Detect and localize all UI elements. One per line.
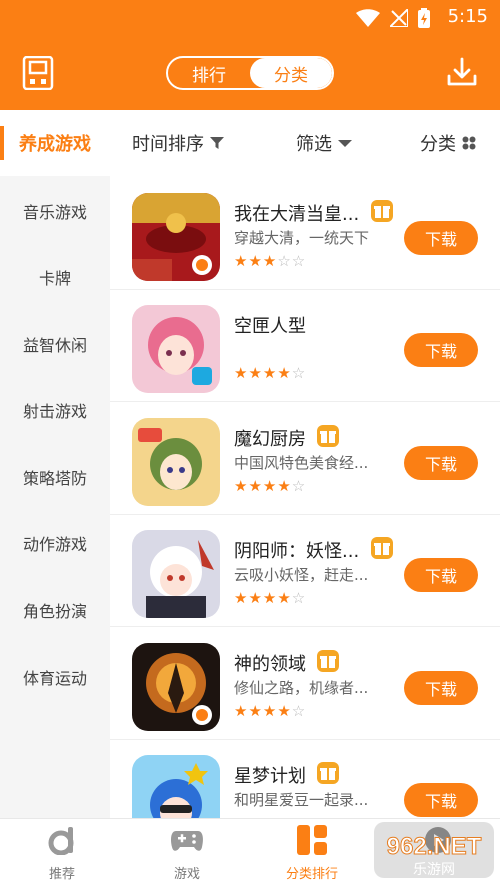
category-sidebar: 养成游戏 音乐游戏 卡牌 益智休闲 射击游戏 策略塔防 动作游戏 角色扮演 体育…: [0, 110, 110, 818]
filter-button[interactable]: 筛选: [296, 130, 352, 156]
time-sort-button[interactable]: 时间排序: [132, 130, 224, 156]
download-button[interactable]: 下载: [404, 446, 478, 480]
sidebar-item-label: 养成游戏: [19, 134, 91, 155]
onmyoji-game-icon[interactable]: [132, 530, 220, 618]
app-list: 我在大清当皇... 穿越大清，一统天下 ★★★☆☆ 下载 空匣人型 ★★★★☆ …: [110, 178, 500, 818]
sidebar-item-action[interactable]: 动作游戏: [0, 510, 110, 576]
kitchen-game-icon[interactable]: [132, 418, 220, 506]
sidebar-item-label: 益智休闲: [22, 336, 87, 355]
tab-category[interactable]: 分类: [250, 58, 332, 88]
nav-item-recommend[interactable]: 推荐: [12, 825, 112, 885]
category-rank-icon: [297, 825, 327, 855]
sidebar-item-label: 音乐游戏: [22, 203, 87, 222]
app-subtitle: 中国风特色美食经...: [234, 454, 369, 472]
recommend-icon: [48, 827, 74, 856]
sidebar-item-strategy[interactable]: 策略塔防: [0, 444, 110, 510]
app-title: 魔幻厨房: [234, 429, 306, 450]
download-button[interactable]: 下载: [404, 671, 478, 705]
rating-stars: ★★★★☆: [234, 702, 307, 720]
svg-text:乐游网: 乐游网: [413, 862, 455, 878]
sidebar-item-card[interactable]: 卡牌: [0, 244, 110, 310]
list-item[interactable]: 空匣人型 ★★★★☆ 下载: [110, 290, 500, 402]
app-subtitle: 修仙之路，机缘者...: [234, 679, 369, 697]
nav-label: 推荐: [48, 867, 75, 882]
download-button[interactable]: 下载: [404, 558, 478, 592]
gamepad-icon: [171, 831, 203, 851]
funnel-icon: [210, 137, 224, 149]
sidebar-item-sports[interactable]: 体育运动: [0, 644, 110, 710]
rating-stars: ★★★★☆: [234, 589, 307, 607]
gift-icon: [317, 650, 339, 672]
filter-label: 筛选: [296, 134, 332, 155]
nav-item-category-rank[interactable]: 分类排行: [262, 825, 362, 885]
nav-item-games[interactable]: 游戏: [137, 825, 237, 885]
category-filter-label: 分类: [420, 134, 456, 155]
sidebar-item-label: 策略塔防: [22, 469, 87, 488]
header: 5:15 排行 分类: [0, 0, 500, 110]
time-sort-label: 时间排序: [132, 134, 204, 155]
list-item[interactable]: 魔幻厨房 中国风特色美食经... ★★★★☆ 下载: [110, 403, 500, 515]
gift-icon: [317, 762, 339, 784]
sidebar-item-label: 卡牌: [38, 269, 71, 288]
anime-girl-game-icon[interactable]: [132, 305, 220, 393]
sidebar-item-puzzle[interactable]: 益智休闲: [0, 311, 110, 377]
app-title: 我在大清当皇...: [234, 204, 360, 225]
rating-stars: ★★★★☆: [234, 364, 307, 382]
app-subtitle: 和明星爱豆一起录...: [234, 791, 369, 809]
app-root: 5:15 排行 分类 养成游戏 音乐游戏 卡牌 益智休闲 射击游戏 策略塔防 动…: [0, 0, 500, 888]
status-time: 5:15: [447, 6, 488, 27]
realm-game-icon[interactable]: [132, 643, 220, 731]
nav-label: 分类排行: [285, 867, 338, 882]
status-bar: 5:15: [0, 0, 500, 36]
sidebar-item-label: 动作游戏: [22, 535, 87, 554]
rating-stars: ★★★★☆: [234, 477, 307, 495]
app-title: 阴阳师：妖怪...: [234, 541, 360, 562]
download-manager-icon[interactable]: [446, 56, 478, 88]
download-button[interactable]: 下载: [404, 783, 478, 817]
app-subtitle: 穿越大清，一统天下: [234, 229, 370, 247]
app-subtitle: 云吸小妖怪，赶走...: [234, 566, 369, 584]
svg-text:962.NET: 962.NET: [387, 833, 482, 860]
sidebar-item-music[interactable]: 音乐游戏: [0, 178, 110, 244]
filter-bar: 时间排序 筛选 分类: [110, 110, 500, 178]
emperor-game-icon[interactable]: [132, 193, 220, 281]
list-item[interactable]: 神的领域 修仙之路，机缘者... ★★★★☆ 下载: [110, 628, 500, 740]
no-signal-icon: [390, 9, 408, 27]
rating-stars: ★★★☆☆: [234, 252, 307, 270]
sidebar-item-nurture[interactable]: 养成游戏: [0, 110, 110, 176]
nav-label: 游戏: [173, 867, 200, 882]
app-title: 星梦计划: [234, 766, 306, 787]
tab-ranking[interactable]: 排行: [168, 58, 250, 88]
sidebar-item-label: 射击游戏: [22, 402, 87, 421]
download-button[interactable]: 下载: [404, 221, 478, 255]
download-button[interactable]: 下载: [404, 333, 478, 367]
active-indicator: [0, 126, 4, 160]
sidebar-item-rpg[interactable]: 角色扮演: [0, 577, 110, 643]
caret-down-icon: [338, 140, 352, 147]
sidebar-item-label: 体育运动: [22, 669, 87, 688]
category-filter-button[interactable]: 分类: [420, 130, 476, 156]
tab-switcher: 排行 分类: [166, 56, 334, 90]
list-item[interactable]: 我在大清当皇... 穿越大清，一统天下 ★★★☆☆ 下载: [110, 178, 500, 290]
wifi-icon: [356, 9, 380, 27]
toolbar: 排行 分类: [0, 36, 500, 110]
list-item[interactable]: 星梦计划 和明星爱豆一起录... 下载: [110, 740, 500, 818]
list-item[interactable]: 阴阳师：妖怪... 云吸小妖怪，赶走... ★★★★☆ 下载: [110, 515, 500, 627]
sidebar-item-shooter[interactable]: 射击游戏: [0, 377, 110, 443]
grid-icon: [462, 136, 476, 150]
app-title: 空匣人型: [234, 316, 306, 337]
game-console-icon[interactable]: [22, 56, 54, 90]
app-title: 神的领域: [234, 654, 306, 675]
sidebar-item-label: 角色扮演: [22, 602, 87, 621]
gift-icon: [317, 425, 339, 447]
battery-charging-icon: [418, 8, 430, 28]
star-dream-game-icon[interactable]: [132, 755, 220, 818]
status-icons: [356, 6, 430, 30]
gift-icon: [371, 200, 393, 222]
site-watermark: 962.NET 乐游网: [374, 822, 494, 878]
gift-icon: [371, 537, 393, 559]
